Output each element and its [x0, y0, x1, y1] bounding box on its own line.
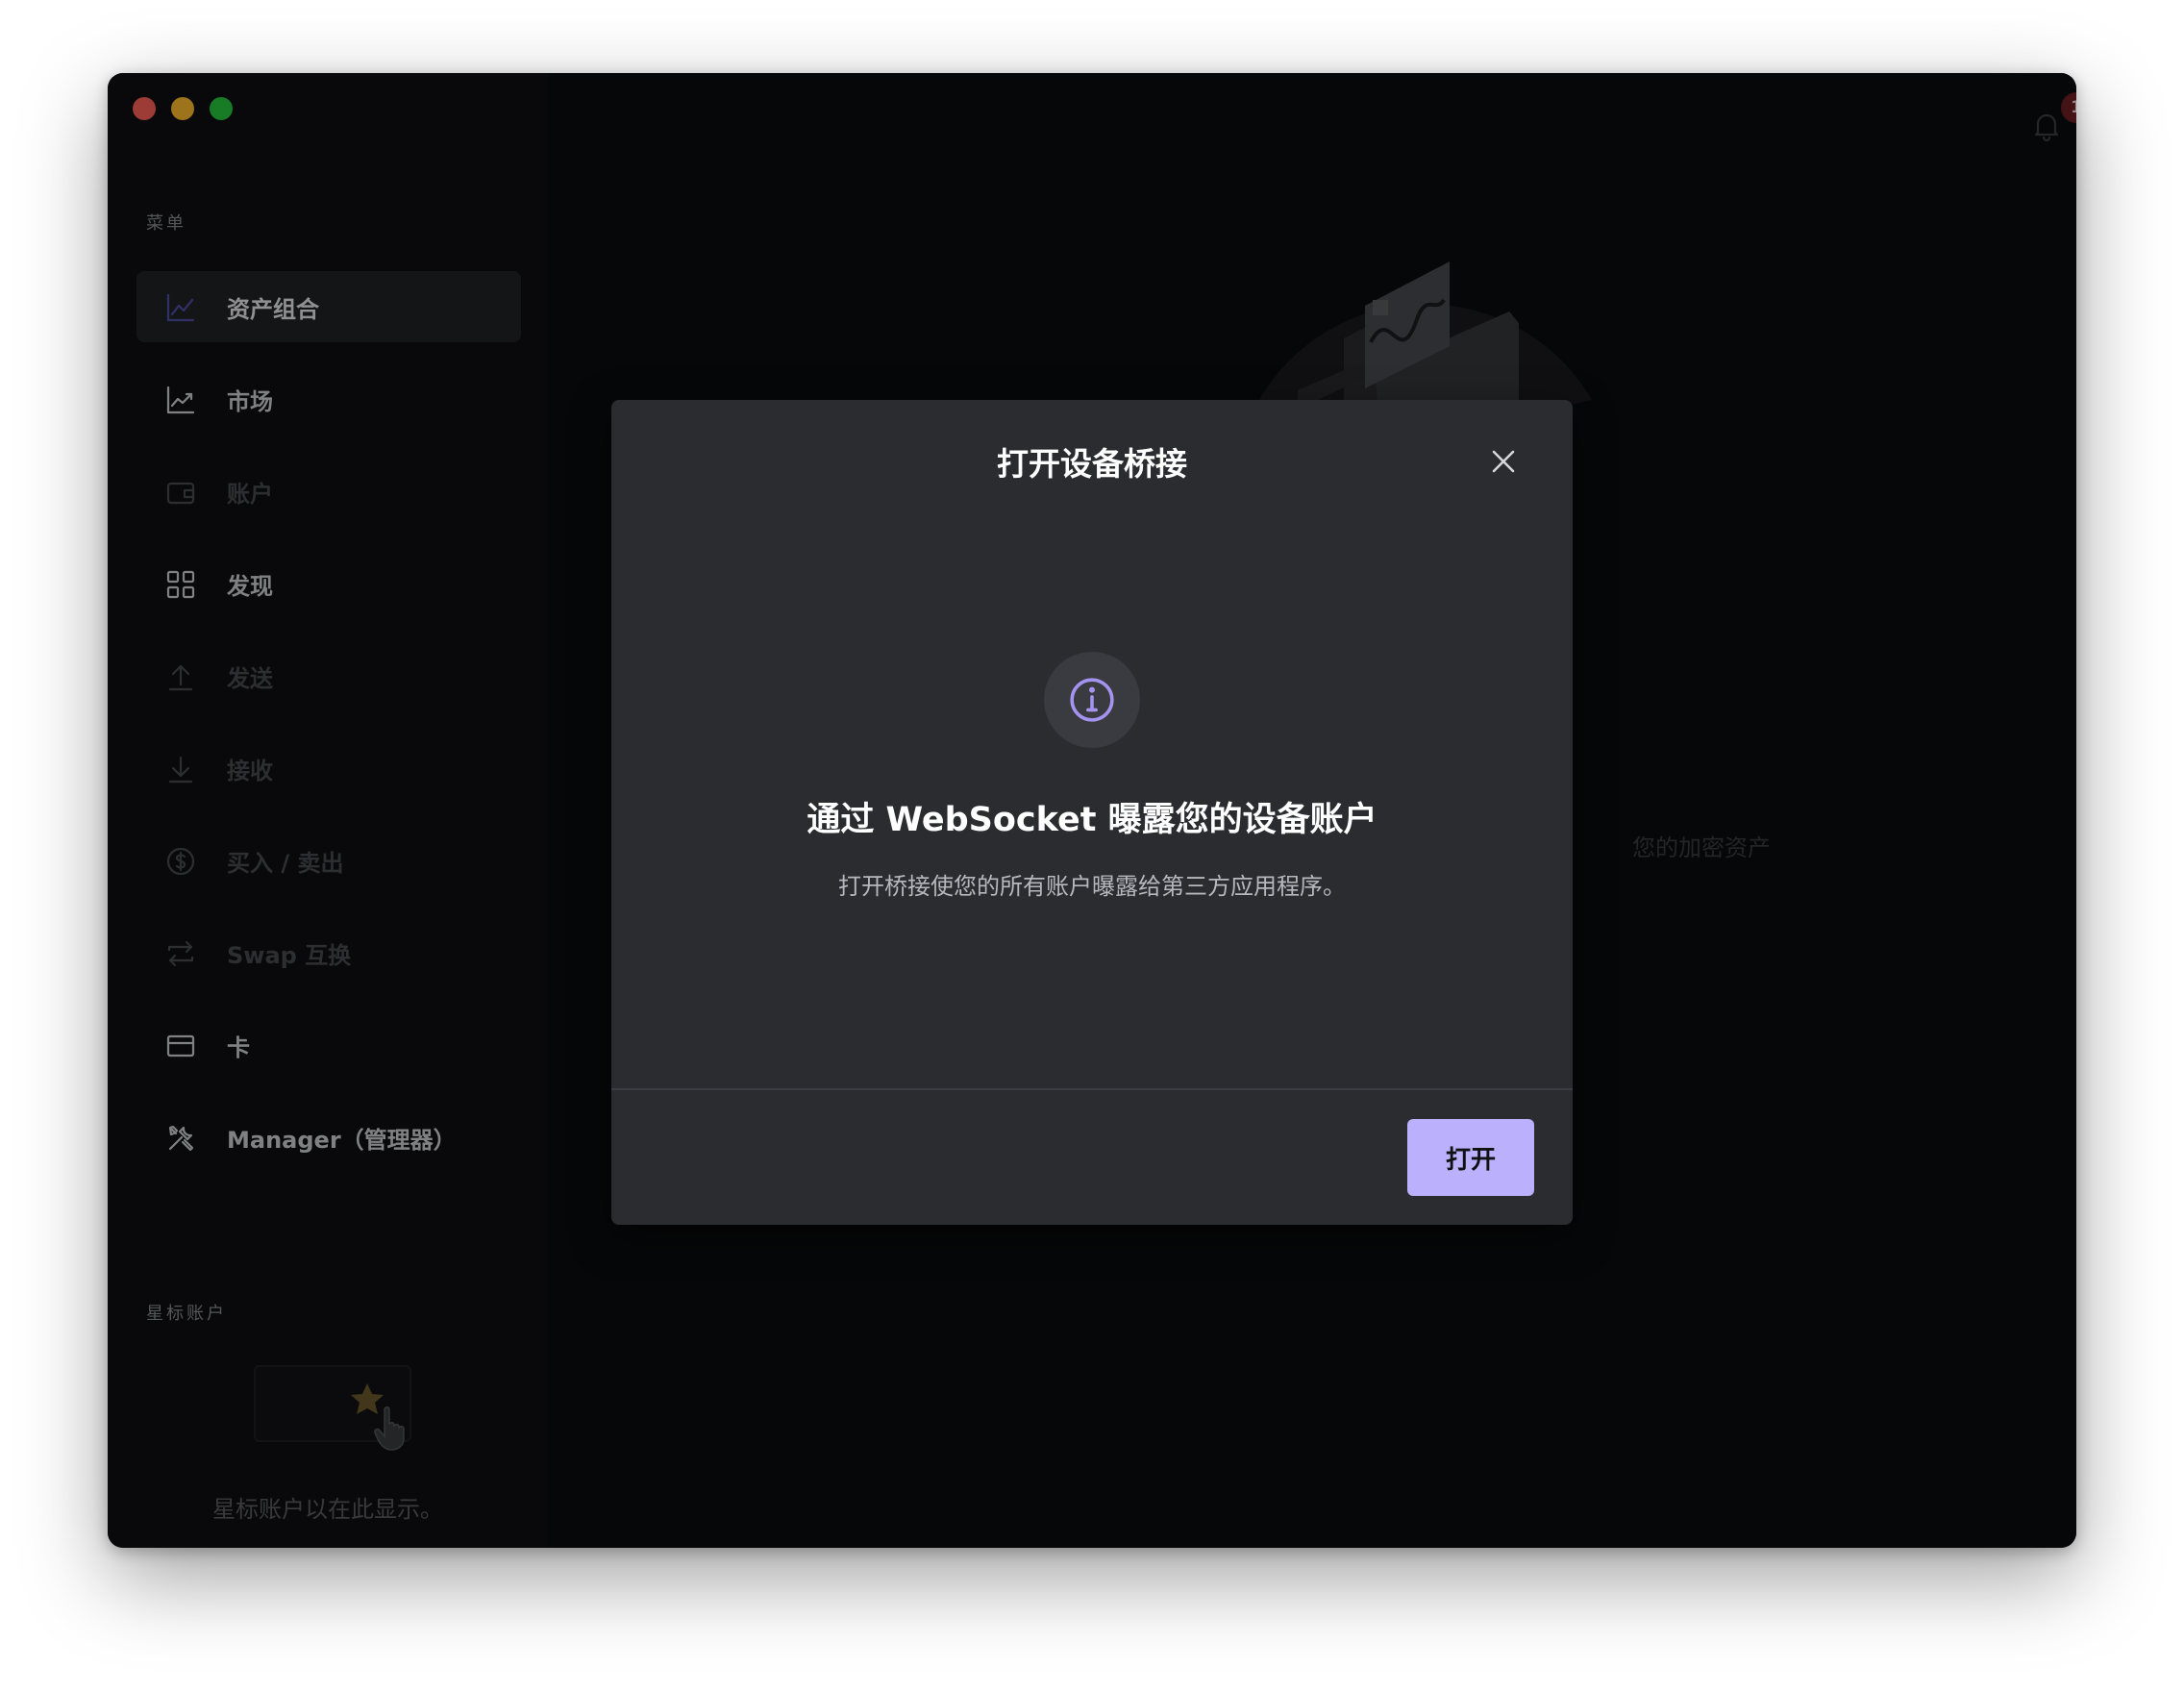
close-icon[interactable] — [1482, 440, 1525, 483]
app-window: 菜单 资产组合 市场 账户 发现 发送 接收 买入 / 卖出 Swap 互换 卡… — [108, 73, 2076, 1548]
modal-title: 打开设备桥接 — [997, 445, 1187, 483]
modal-footer-divider — [611, 1088, 1573, 1090]
info-icon — [1044, 652, 1140, 748]
modal-heading: 通过 WebSocket 曝露您的设备账户 — [807, 801, 1377, 839]
open-bridge-button[interactable]: 打开 — [1407, 1119, 1534, 1196]
modal-description: 打开桥接使您的所有账户曝露给第三方应用程序。 — [838, 873, 1346, 900]
bridge-modal: 打开设备桥接 通过 WebSocket 曝露您的设备账户 打开桥接使您的所有账户… — [611, 400, 1573, 1225]
